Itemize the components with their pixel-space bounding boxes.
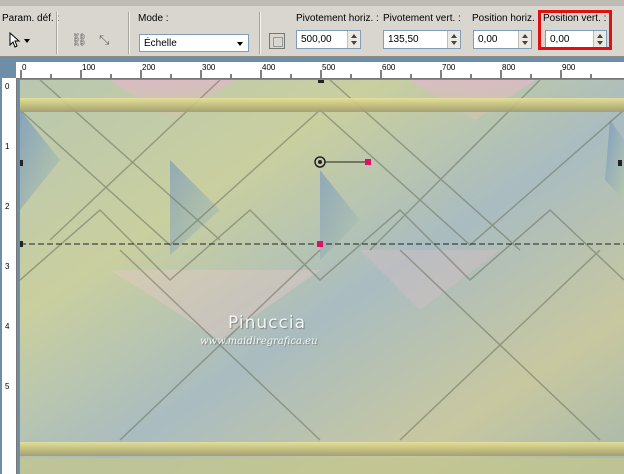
perspective-icon[interactable] — [269, 33, 285, 49]
highlight-box — [538, 10, 612, 50]
separator — [128, 12, 129, 54]
horizontal-ruler: 0 100 200 300 400 500 600 700 800 900 — [16, 62, 624, 79]
pivot-v-label: Pivotement vert. : — [383, 13, 461, 24]
artwork — [20, 80, 624, 474]
vertical-ruler: 0 1 2 3 4 5 — [2, 78, 17, 474]
separator — [56, 12, 57, 54]
chevron-down-icon — [237, 42, 243, 46]
separator — [259, 12, 260, 54]
image-canvas[interactable]: Pinuccia www.maidiregrafica.eu — [20, 80, 624, 474]
ruler-tick-label: 4 — [5, 322, 10, 331]
tool-options-bar: Param. déf. : ⛓ ⤡ Mode : Échelle Pivotem… — [0, 6, 624, 57]
watermark-name: Pinuccia — [228, 313, 306, 333]
pivot-v-field[interactable]: 135,50 — [383, 30, 461, 49]
ruler-tick-label: 5 — [5, 382, 10, 391]
ruler-tick-label: 400 — [262, 63, 276, 72]
reset-icon[interactable]: ⤡ — [99, 32, 109, 48]
ruler-tick-label: 500 — [322, 63, 336, 72]
spin-arrows[interactable] — [347, 31, 360, 48]
center-handle[interactable] — [317, 241, 323, 247]
pos-h-value: 0,00 — [478, 34, 498, 45]
pivot-h-label: Pivotement horiz. : — [296, 13, 379, 24]
pos-h-field[interactable]: 0,00 — [473, 30, 532, 49]
ruler-tick-label: 300 — [202, 63, 216, 72]
spin-arrows[interactable] — [518, 31, 531, 48]
side-handle[interactable] — [618, 160, 622, 166]
watermark-url: www.maidiregrafica.eu — [200, 336, 318, 347]
spin-arrows[interactable] — [447, 31, 460, 48]
pivot-v-value: 135,50 — [388, 34, 419, 45]
ruler-tick-label: 200 — [142, 63, 156, 72]
ruler-tick-label: 3 — [5, 262, 10, 271]
top-handle[interactable] — [318, 80, 324, 83]
ruler-tick-label: 700 — [442, 63, 456, 72]
ruler-tick-label: 0 — [22, 63, 27, 72]
mode-label: Mode : — [138, 13, 169, 24]
pivot-h-field[interactable]: 500,00 — [296, 30, 361, 49]
pivot-h-value: 500,00 — [301, 34, 332, 45]
mode-select[interactable]: Échelle — [139, 34, 249, 52]
pointer-icon — [9, 31, 30, 48]
side-handle[interactable] — [20, 241, 23, 247]
ruler-tick-label: 2 — [5, 202, 10, 211]
ruler-tick-label: 900 — [562, 63, 576, 72]
ruler-tick-label: 100 — [82, 63, 96, 72]
ruler-tick-label: 1 — [5, 142, 10, 151]
ruler-tick-label: 800 — [502, 63, 516, 72]
pos-h-label: Position horiz. : — [472, 13, 541, 24]
link-icon[interactable]: ⛓ — [71, 32, 88, 48]
ruler-tick-label: 600 — [382, 63, 396, 72]
ruler-tick-label: 0 — [5, 82, 10, 91]
preset-picker-button[interactable] — [6, 30, 32, 50]
mode-value: Échelle — [144, 38, 177, 49]
side-handle[interactable] — [20, 160, 23, 166]
preset-label: Param. déf. : — [2, 13, 60, 24]
